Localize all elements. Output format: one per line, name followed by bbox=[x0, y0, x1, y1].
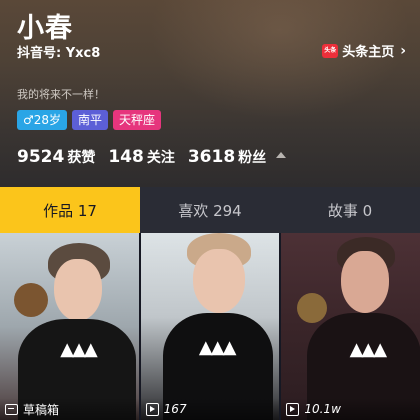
tab-stories[interactable]: 故事 0 bbox=[280, 187, 420, 233]
likes-stat: 9524 获赞 bbox=[17, 147, 95, 167]
person-image: ▲▲▲ bbox=[141, 233, 279, 420]
tab-works[interactable]: 作品 17 bbox=[0, 187, 140, 233]
age-tag: ♂28岁 bbox=[17, 110, 68, 130]
caret-up-icon[interactable] bbox=[276, 152, 287, 158]
likes-count: 9524 bbox=[17, 147, 65, 167]
profile-signature: 我的将来不一样！ bbox=[17, 88, 105, 101]
likes-label: 获赞 bbox=[67, 150, 96, 166]
person-image: ▲▲▲ bbox=[0, 233, 139, 420]
play-count-icon bbox=[286, 402, 300, 416]
play-count: 167 bbox=[163, 402, 187, 416]
chevron-right-icon: › bbox=[400, 42, 406, 59]
video-footer: 10.1w bbox=[281, 398, 420, 420]
play-count-icon bbox=[145, 402, 159, 416]
video-thumbnail[interactable]: ▲▲▲ 草稿箱 bbox=[0, 233, 139, 420]
profile-stats: 9524 获赞 148 关注 3618 粉丝 bbox=[17, 147, 287, 167]
fans-label: 粉丝 bbox=[238, 150, 267, 166]
douyin-id: 抖音号: Yxc8 bbox=[17, 46, 101, 61]
toutiao-home-link[interactable]: 头条 头条主页 › bbox=[322, 41, 406, 60]
following-count: 148 bbox=[108, 147, 144, 167]
fans-count: 3618 bbox=[187, 147, 236, 167]
content-tabs: 作品 17 喜欢 294 故事 0 bbox=[0, 187, 420, 233]
zodiac-tag: 天秤座 bbox=[113, 110, 162, 130]
profile-tags: ♂28岁 南平 天秤座 bbox=[17, 110, 162, 130]
video-footer: 167 bbox=[140, 398, 280, 420]
following-label: 关注 bbox=[146, 150, 175, 166]
following-stat[interactable]: 148 关注 bbox=[108, 147, 175, 167]
fans-stat[interactable]: 3618 粉丝 bbox=[188, 147, 266, 167]
toutiao-icon: 头条 bbox=[322, 43, 339, 58]
person-image: ▲▲▲ bbox=[281, 233, 420, 420]
toutiao-home-label: 头条主页 bbox=[342, 45, 395, 60]
video-thumbnail[interactable]: ▲▲▲ 167 bbox=[140, 233, 280, 420]
draft-box-icon bbox=[5, 403, 18, 415]
video-footer: 草稿箱 bbox=[0, 398, 139, 420]
play-count: 10.1w bbox=[304, 402, 341, 416]
video-grid: ▲▲▲ 草稿箱 ▲▲▲ 167 ▲▲▲ 10.1w bbox=[0, 233, 420, 420]
city-tag: 南平 bbox=[72, 110, 109, 130]
video-thumbnail[interactable]: ▲▲▲ 10.1w bbox=[281, 233, 420, 420]
profile-header: 小春 抖音号: Yxc8 头条 头条主页 › 我的将来不一样！ ♂28岁 南平 … bbox=[0, 0, 420, 187]
profile-name: 小春 bbox=[17, 13, 73, 44]
tab-likes[interactable]: 喜欢 294 bbox=[140, 187, 280, 233]
draft-box-label: 草稿箱 bbox=[23, 402, 60, 417]
